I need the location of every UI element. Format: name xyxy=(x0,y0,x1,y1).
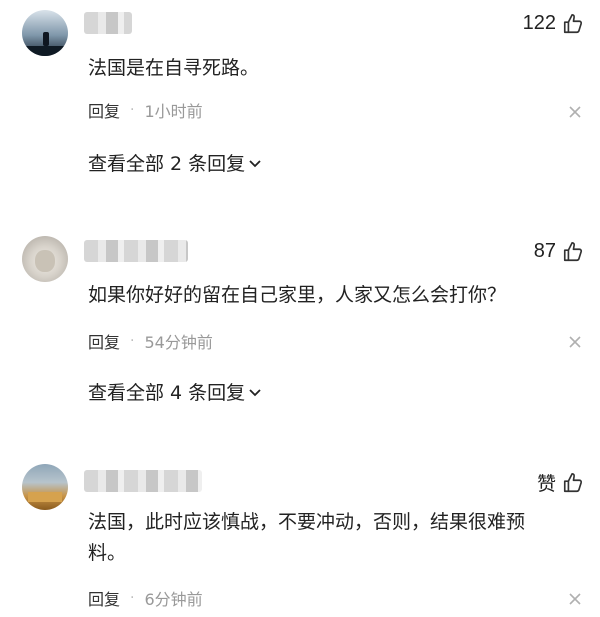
thumbs-up-icon[interactable] xyxy=(562,472,584,494)
meta-separator: · xyxy=(130,333,135,349)
avatar-scene xyxy=(22,46,68,56)
like-control[interactable]: 87 xyxy=(534,240,584,263)
timestamp: 54分钟前 xyxy=(144,333,213,352)
thumbs-up-icon[interactable] xyxy=(562,13,584,35)
comment-text: 法国是在自寻死路。 xyxy=(88,57,260,79)
comment-meta: 回复 · 6分钟前 xyxy=(88,586,203,610)
close-icon[interactable] xyxy=(568,592,582,606)
timestamp: 1小时前 xyxy=(144,102,203,121)
avatar-figure xyxy=(43,32,49,46)
username-blurred[interactable] xyxy=(84,470,202,492)
close-icon[interactable] xyxy=(568,105,582,119)
like-control[interactable]: 赞 xyxy=(537,469,584,496)
comment-text: 法国，此时应该慎战，不要冲动，否则，结果很难预料。 xyxy=(88,511,526,564)
like-count: 87 xyxy=(533,240,556,262)
chevron-down-icon xyxy=(249,388,261,396)
avatar-face xyxy=(35,250,55,272)
reply-button[interactable]: 回复 xyxy=(88,586,120,610)
close-icon[interactable] xyxy=(568,335,582,349)
avatar-scene xyxy=(28,492,62,502)
view-all-replies-button[interactable]: 查看全部 2 条回复 xyxy=(88,149,262,176)
reply-button[interactable]: 回复 xyxy=(88,98,120,122)
avatar[interactable] xyxy=(22,464,68,510)
reply-button[interactable]: 回复 xyxy=(88,329,120,353)
meta-separator: · xyxy=(130,102,135,118)
chevron-down-icon xyxy=(249,159,261,167)
avatar[interactable] xyxy=(22,236,68,282)
like-count: 122 xyxy=(522,12,556,34)
timestamp: 6分钟前 xyxy=(144,590,203,609)
view-all-replies-label: 查看全部 4 条回复 xyxy=(88,382,246,404)
comment-meta: 回复 · 1小时前 xyxy=(88,98,203,122)
comment-meta: 回复 · 54分钟前 xyxy=(88,329,213,353)
avatar[interactable] xyxy=(22,10,68,56)
meta-separator: · xyxy=(130,590,135,606)
view-all-replies-label: 查看全部 2 条回复 xyxy=(88,153,246,175)
comment-text: 如果你好好的留在自己家里，人家又怎么会打你？ xyxy=(88,284,507,306)
thumbs-up-icon[interactable] xyxy=(562,241,584,263)
username-blurred[interactable] xyxy=(84,240,188,262)
like-control[interactable]: 122 xyxy=(523,12,584,35)
username-blurred[interactable] xyxy=(84,12,132,34)
like-label: 赞 xyxy=(536,473,556,495)
view-all-replies-button[interactable]: 查看全部 4 条回复 xyxy=(88,378,262,405)
